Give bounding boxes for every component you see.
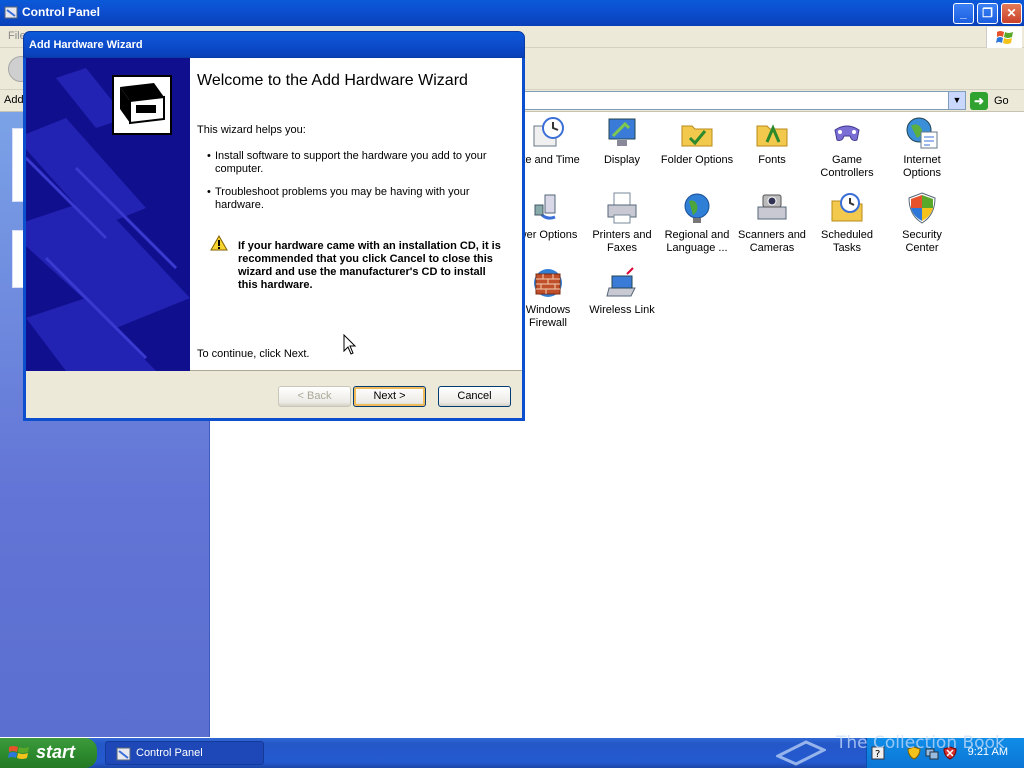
printers-faxes-icon [607, 192, 637, 224]
control-panel-item-internet-options[interactable]: Internet Options [884, 116, 960, 180]
wireless-link-icon [606, 267, 636, 297]
wizard-title: Add Hardware Wizard [29, 39, 143, 51]
address-input[interactable]: ▼ [522, 91, 966, 110]
wizard-welcome-panel: Welcome to the Add Hardware Wizard This … [26, 58, 522, 371]
windows-logo-icon [8, 746, 29, 759]
control-panel-icon [116, 747, 131, 761]
windows-logo-icon [986, 27, 1022, 49]
wizard-bullet-item: • Troubleshoot problems you may be havin… [207, 186, 470, 211]
wizard-continue-text: To continue, click Next. [197, 348, 310, 360]
wizard-body: Welcome to the Add Hardware Wizard This … [23, 58, 525, 421]
bullet-icon: • [207, 186, 211, 198]
close-button[interactable]: ✕ [1001, 3, 1022, 24]
go-arrow-icon: ➜ [970, 92, 988, 110]
control-panel-item-folder-options[interactable]: Folder Options [659, 116, 735, 167]
wizard-bullet-item: • Install software to support the hardwa… [207, 150, 487, 175]
control-panel-icon [4, 6, 18, 19]
start-button[interactable]: start [0, 738, 97, 768]
taskbar-button-label: Control Panel [136, 747, 203, 759]
control-panel-item-wireless-link[interactable]: Wireless Link [584, 266, 660, 317]
scheduled-tasks-icon [831, 193, 863, 222]
control-panel-item-security-center[interactable]: Security Center [884, 191, 960, 255]
control-panel-item-regional-language[interactable]: Regional and Language ... [659, 191, 735, 255]
bullet-icon: • [207, 150, 211, 162]
control-panel-item-fonts[interactable]: Fonts [734, 116, 810, 167]
wizard-intro-text: This wizard helps you: [197, 124, 306, 136]
scanners-cameras-icon [757, 194, 787, 220]
mouse-cursor-icon [343, 334, 357, 355]
cancel-button[interactable]: Cancel [438, 386, 511, 407]
wizard-warning-text: If your hardware came with an installati… [238, 240, 501, 291]
control-panel-titlebar[interactable]: Control Panel _ ❐ ✕ [0, 0, 1024, 26]
watermark-text: The Collection Book [836, 733, 1005, 753]
minimize-button[interactable]: _ [953, 3, 974, 24]
control-panel-item-scanners-cameras[interactable]: Scanners and Cameras [734, 191, 810, 255]
game-controllers-icon [834, 125, 860, 141]
hardware-card-icon [112, 75, 172, 135]
start-label: start [36, 742, 76, 762]
folder-options-icon [681, 125, 713, 147]
wizard-titlebar[interactable]: Add Hardware Wizard [23, 31, 525, 58]
wizard-banner-art [26, 58, 190, 371]
go-button[interactable]: ➜ Go [970, 92, 1020, 110]
taskbar-button-control-panel[interactable]: Control Panel [105, 741, 264, 765]
go-label: Go [994, 95, 1009, 107]
date-time-icon [533, 117, 564, 147]
watermark-book-icon [776, 740, 826, 766]
control-panel-item-game-controllers[interactable]: Game Controllers [809, 116, 885, 180]
wizard-heading: Welcome to the Add Hardware Wizard [197, 72, 468, 89]
control-panel-item-scheduled-tasks[interactable]: Scheduled Tasks [809, 191, 885, 255]
fonts-folder-icon [756, 124, 788, 147]
chevron-down-icon[interactable]: ▼ [948, 92, 965, 109]
control-panel-item-display[interactable]: Display [584, 116, 660, 167]
windows-firewall-icon [534, 269, 562, 297]
security-center-icon [908, 192, 936, 224]
internet-options-icon [906, 117, 938, 149]
window-title: Control Panel [22, 5, 101, 19]
control-panel-item-printers-faxes[interactable]: Printers and Faxes [584, 191, 660, 255]
warning-icon [210, 235, 228, 251]
display-icon [608, 118, 636, 146]
back-button[interactable]: < Back [278, 386, 351, 407]
add-hardware-wizard-dialog: Add Hardware Wizard Welcome to the Add H… [23, 31, 525, 421]
next-button[interactable]: Next > [353, 386, 426, 407]
power-options-icon [534, 194, 556, 220]
regional-language-icon [684, 193, 710, 223]
restore-button[interactable]: ❐ [977, 3, 998, 24]
